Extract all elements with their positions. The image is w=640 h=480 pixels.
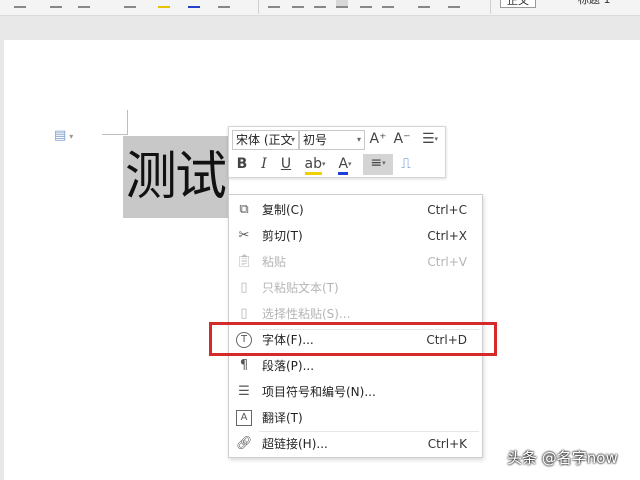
paste-text-icon: ▯: [240, 280, 248, 295]
menu-item-paragraph[interactable]: ¶ 段落(P)...: [229, 353, 482, 379]
font-name-select[interactable]: 宋体 (正文 ▾: [232, 130, 299, 150]
menu-item-paste-text: ▯ 只粘贴文本(T): [229, 275, 482, 301]
shrink-font-button[interactable]: A⁻: [393, 130, 411, 148]
font-color-label: A: [338, 156, 349, 175]
copy-icon: ⧉: [239, 202, 249, 217]
bold-button[interactable]: B: [233, 155, 251, 173]
shading-button[interactable]: [418, 0, 430, 8]
style-heading1[interactable]: 标题 1: [572, 0, 617, 8]
ribbon-button[interactable]: [50, 0, 62, 8]
menu-item-bullets[interactable]: ☰ 项目符号和编号(N)...: [229, 379, 482, 405]
font-size-select[interactable]: 初号 ▾: [299, 130, 365, 150]
style-normal[interactable]: 正文: [500, 0, 536, 8]
chevron-down-icon: ▾: [382, 159, 386, 167]
margin-corner-mark: [102, 134, 128, 135]
menu-item-shortcut: Ctrl+C: [427, 203, 467, 217]
format-painter-button[interactable]: ⎍: [397, 155, 415, 173]
format-painter-icon: ⎍: [401, 156, 411, 172]
chevron-down-icon: ▾: [69, 132, 74, 141]
line-spacing-button[interactable]: ☰▾: [417, 130, 443, 148]
font-size-value: 初号: [303, 133, 328, 147]
menu-item-shortcut: Ctrl+V: [427, 255, 467, 269]
menu-item-translate[interactable]: A 翻译(T): [229, 405, 482, 431]
paragraph-layout-icon[interactable]: ▤ ▾: [54, 128, 73, 143]
align-button[interactable]: ≡▾: [363, 154, 393, 175]
font-color-button[interactable]: [188, 0, 200, 8]
ribbon-separator: [258, 0, 259, 14]
menu-item-label: 剪切(T): [262, 229, 303, 243]
menu-item-copy[interactable]: ⧉ 复制(C) Ctrl+C: [229, 197, 482, 223]
align-center-button[interactable]: [292, 0, 304, 8]
highlight-button[interactable]: ab▾: [301, 155, 329, 175]
line-spacing-button[interactable]: [382, 0, 394, 8]
ribbon-separator: [490, 0, 491, 14]
font-name-value: 宋体 (正文: [236, 133, 293, 147]
menu-item-label: 项目符号和编号(N)...: [262, 385, 376, 399]
watermark: 头条 @名字now: [507, 449, 618, 467]
menu-item-shortcut: Ctrl+K: [427, 437, 467, 451]
underline-button[interactable]: U: [277, 155, 295, 173]
ribbon-button[interactable]: [124, 0, 136, 8]
highlight-label: ab: [304, 156, 322, 175]
menu-item-label: 只粘贴文本(T): [262, 281, 339, 295]
menu-item-shortcut: Ctrl+X: [427, 229, 467, 243]
mini-format-toolbar: 宋体 (正文 ▾ 初号 ▾ A⁺ A⁻ ☰▾ B I U ab▾ A▾ ≡▾ ⎍: [228, 126, 446, 178]
align-icon: ≡: [370, 155, 383, 171]
menu-item-cut[interactable]: ✂ 剪切(T) Ctrl+X: [229, 223, 482, 249]
chevron-down-icon: ▾: [290, 135, 295, 144]
chevron-down-icon: ▾: [434, 135, 439, 143]
italic-button[interactable]: I: [255, 155, 273, 173]
menu-item-paste: 📋︎ 粘贴 Ctrl+V: [229, 249, 482, 275]
paste-icon: 📋︎: [236, 254, 253, 269]
highlight-color-button[interactable]: [158, 0, 170, 8]
ribbon-button[interactable]: [78, 0, 90, 8]
grow-font-button[interactable]: A⁺: [369, 130, 387, 148]
menu-item-label: 粘贴: [262, 255, 287, 269]
selected-text[interactable]: 测试: [123, 136, 229, 218]
paste-special-icon: ▯: [240, 306, 248, 321]
paragraph-icon: ¶: [239, 358, 249, 373]
ribbon-toolbar: 正文 标题 1: [0, 0, 640, 16]
chevron-down-icon: ▾: [348, 160, 352, 168]
menu-item-label: 翻译(T): [262, 411, 303, 425]
menu-item-label: 复制(C): [262, 203, 304, 217]
border-button[interactable]: [448, 0, 460, 8]
align-right-button[interactable]: [314, 0, 326, 8]
ribbon-button[interactable]: [14, 0, 26, 8]
annotation-highlight-box: [209, 322, 497, 356]
ribbon-button[interactable]: [218, 0, 230, 8]
margin-corner-mark: [127, 110, 128, 135]
justify-button[interactable]: [336, 0, 348, 8]
chevron-down-icon: ▾: [321, 160, 326, 168]
align-left-button[interactable]: [268, 0, 280, 8]
chevron-down-icon: ▾: [356, 135, 361, 144]
bullets-icon: ☰: [238, 384, 250, 399]
distribute-button[interactable]: [360, 0, 372, 8]
menu-item-label: 超链接(H)...: [262, 437, 328, 451]
menu-item-hyperlink[interactable]: 🔗︎ 超链接(H)... Ctrl+K: [229, 431, 482, 457]
line-spacing-icon: ☰: [421, 131, 435, 147]
menu-item-label: 段落(P)...: [262, 359, 315, 373]
link-icon: 🔗︎: [236, 436, 253, 451]
scissors-icon: ✂: [238, 228, 250, 243]
translate-icon: A: [236, 410, 252, 426]
font-color-button[interactable]: A▾: [333, 155, 357, 175]
